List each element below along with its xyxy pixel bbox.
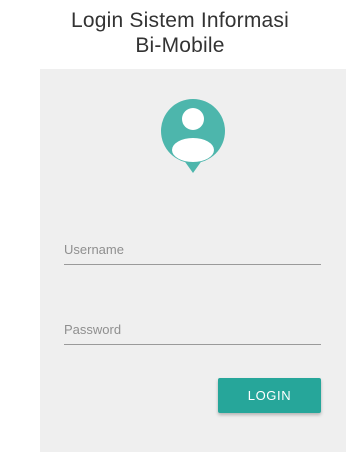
login-card: LOGIN: [40, 69, 346, 452]
password-field[interactable]: [64, 314, 321, 345]
login-page: Login Sistem Informasi Bi-Mobile LOGIN: [0, 0, 360, 452]
username-input[interactable]: [64, 234, 321, 264]
login-button[interactable]: LOGIN: [218, 378, 321, 413]
user-pin-icon: [161, 99, 225, 173]
page-title-line2: Bi-Mobile: [135, 34, 225, 57]
username-field[interactable]: [64, 234, 321, 265]
password-input[interactable]: [64, 314, 321, 344]
page-title: Login Sistem Informasi Bi-Mobile: [0, 8, 360, 58]
page-title-line1: Login Sistem Informasi: [71, 9, 289, 32]
